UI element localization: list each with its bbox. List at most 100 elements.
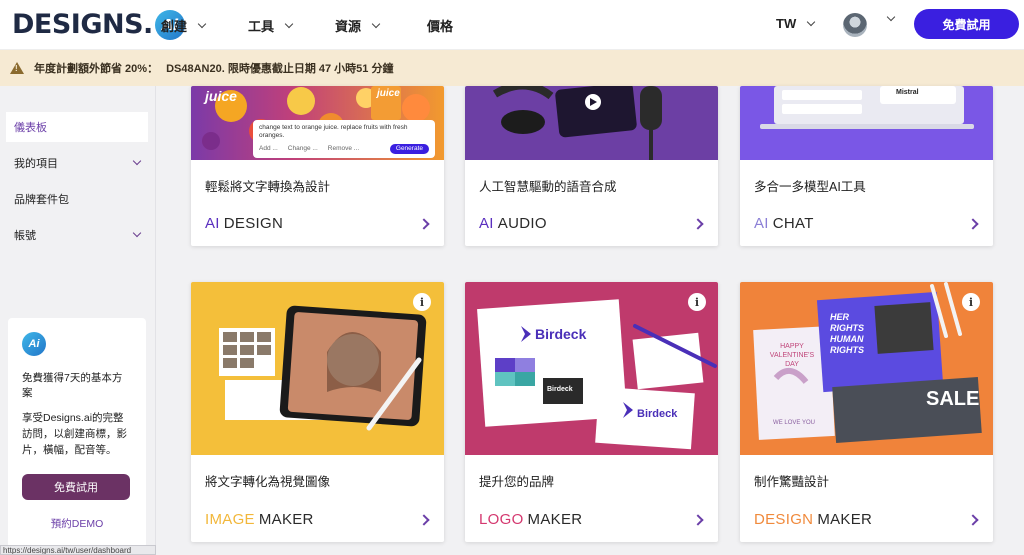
card-tag-product: MAKER [258, 511, 314, 528]
card-ai-audio[interactable]: 人工智慧驅動的語音合成 AI AUDIO [465, 86, 718, 246]
nav-tools[interactable]: 工具 [248, 16, 294, 35]
trial-card: Ai 免費獲得7天的基本方案 享受Designs.ai的完整訪問，以創建商標，影… [8, 318, 146, 548]
chat-illustration [760, 86, 974, 129]
card-description: 制作驚豔設計 [754, 475, 830, 489]
birdeck-logo-label: Birdeck [535, 326, 587, 342]
nav-resources-label: 資源 [335, 19, 362, 34]
language-select[interactable]: TW [776, 16, 816, 31]
card-ai-design[interactable]: juice juice change text to orange juice.… [191, 86, 444, 246]
chevron-right-icon[interactable] [967, 514, 979, 526]
free-trial-button[interactable]: 免費試用 [914, 9, 1019, 39]
promo-code: DS48AN20. 限時優惠截止日期 47 小時51 分鐘 [166, 63, 394, 75]
sidebar-item-brand-kit[interactable]: 品牌套件包 [6, 184, 148, 214]
prompt-box: change text to orange juice. replace fru… [253, 120, 435, 158]
chevron-right-icon[interactable] [418, 218, 430, 230]
info-icon[interactable]: i [688, 293, 706, 311]
card-description: 提升您的品牌 [479, 475, 555, 489]
card-tag-accent: DESIGN [754, 511, 814, 528]
juice-label: juice [205, 88, 237, 104]
chevron-right-icon[interactable] [692, 218, 704, 230]
sale-label: SALE [926, 388, 980, 410]
image-illustration [219, 305, 427, 431]
nav-create[interactable]: 創建 [161, 16, 207, 35]
nav-pricing-label: 價格 [427, 19, 454, 34]
card-ai-chat[interactable]: Mistral 多合一多模型AI工具 AI CHAT [740, 86, 993, 246]
sidebar-item-dashboard[interactable]: 儀表板 [6, 112, 148, 142]
brand-badge-icon: Ai [22, 332, 46, 356]
trial-description: 享受Designs.ai的完整訪問，以創建商標，影片，橫幅，配音等。 [22, 412, 127, 456]
card-product-tag: AI CHAT [754, 215, 814, 232]
prompt-generate: Generate [389, 144, 429, 154]
sidebar-item-label: 我的項目 [14, 158, 58, 170]
chevron-down-icon [284, 19, 294, 28]
sidebar-item-account[interactable]: 帳號 [6, 220, 148, 250]
card-art-image [191, 282, 444, 455]
card-description: 多合一多模型AI工具 [754, 180, 866, 194]
nav-resources[interactable]: 資源 [335, 16, 381, 35]
mistral-label: Mistral [896, 89, 919, 96]
sidebar-item-label: 儀表板 [14, 122, 47, 134]
card-image-maker[interactable]: 將文字轉化為視覺圖像 IMAGE MAKER [191, 282, 444, 542]
card-logo-maker[interactable]: Birdeck Birdeck Birdeck 提升您的品牌 LOGO MAKER [465, 282, 718, 542]
info-icon[interactable]: i [962, 293, 980, 311]
chevron-down-icon [371, 19, 381, 28]
prompt-option-remove: Remove ... [327, 145, 360, 152]
sidebar-free-trial-button[interactable]: 免費試用 [22, 474, 130, 500]
chevron-down-icon [806, 17, 816, 26]
valentine-label: HAPPY VALENTINE'S DAY [769, 343, 815, 368]
sidebar-item-label: 品牌套件包 [14, 194, 69, 206]
card-art-chat: Mistral [740, 86, 993, 160]
nav-pricing[interactable]: 價格 [427, 16, 453, 35]
card-tag-product: MAKER [527, 511, 583, 528]
prompt-option-add: Add ... [259, 145, 278, 152]
card-art-logo: Birdeck Birdeck Birdeck [465, 282, 718, 455]
card-tag-accent: AI [205, 215, 220, 232]
card-tag-product: AUDIO [497, 215, 547, 232]
avatar[interactable] [843, 13, 867, 37]
card-tag-product: DESIGN [223, 215, 284, 232]
birdeck-dark-label: Birdeck [547, 386, 573, 393]
nav-tools-label: 工具 [248, 19, 275, 34]
sidebar-item-my-projects[interactable]: 我的項目 [6, 148, 148, 178]
book-demo-link[interactable]: 預約DEMO [8, 516, 146, 531]
logo-illustration [477, 299, 717, 450]
status-url: https://designs.ai/tw/user/dashboard [0, 545, 156, 555]
card-art-juice: juice juice change text to orange juice.… [191, 86, 444, 160]
sidebar-item-label: 帳號 [14, 230, 36, 242]
nav-create-label: 創建 [161, 19, 188, 34]
we-love-you-label: WE LOVE YOU [773, 420, 815, 426]
info-icon[interactable]: i [413, 293, 431, 311]
card-tag-accent: IMAGE [205, 511, 255, 528]
chevron-down-icon [132, 228, 142, 238]
trial-title: 免費獲得7天的基本方案 [22, 372, 123, 399]
card-art-design: HER RIGHTS HUMAN RIGHTS HAPPY VALENTINE'… [740, 282, 993, 455]
prompt-text: change text to orange juice. replace fru… [259, 124, 408, 139]
card-description: 輕鬆將文字轉換為設計 [205, 180, 331, 194]
birdeck-card-label: Birdeck [637, 408, 678, 420]
brand-logo[interactable]: DESIGNS. Ai [12, 9, 185, 40]
language-label: TW [776, 16, 797, 31]
chevron-down-icon[interactable] [886, 12, 896, 22]
brand-name: DESIGNS. [12, 9, 153, 40]
chevron-right-icon[interactable] [418, 514, 430, 526]
chevron-right-icon[interactable] [692, 514, 704, 526]
card-tag-accent: AI [479, 215, 494, 232]
prompt-option-change: Change ... [287, 145, 318, 152]
card-tag-product: MAKER [817, 511, 873, 528]
card-product-tag: IMAGE MAKER [205, 511, 314, 528]
card-description: 人工智慧驅動的語音合成 [479, 180, 617, 194]
card-design-maker[interactable]: HER RIGHTS HUMAN RIGHTS HAPPY VALENTINE'… [740, 282, 993, 542]
card-product-tag: LOGO MAKER [479, 511, 582, 528]
chevron-right-icon[interactable] [967, 218, 979, 230]
chevron-down-icon [132, 156, 142, 166]
audio-illustration [492, 86, 662, 160]
card-product-tag: DESIGN MAKER [754, 511, 872, 528]
promo-text: 年度計劃額外節省 20%： [34, 63, 159, 75]
card-tag-product: CHAT [772, 215, 814, 232]
card-tag-accent: AI [754, 215, 769, 232]
warning-icon [10, 62, 24, 74]
promo-banner: 年度計劃額外節省 20%： DS48AN20. 限時優惠截止日期 47 小時51… [0, 50, 1024, 86]
top-nav: DESIGNS. Ai 創建 工具 資源 價格 TW 免費試用 [0, 0, 1024, 50]
her-rights-label: HER RIGHTS HUMAN RIGHTS [830, 312, 865, 355]
card-art-audio [465, 86, 718, 160]
